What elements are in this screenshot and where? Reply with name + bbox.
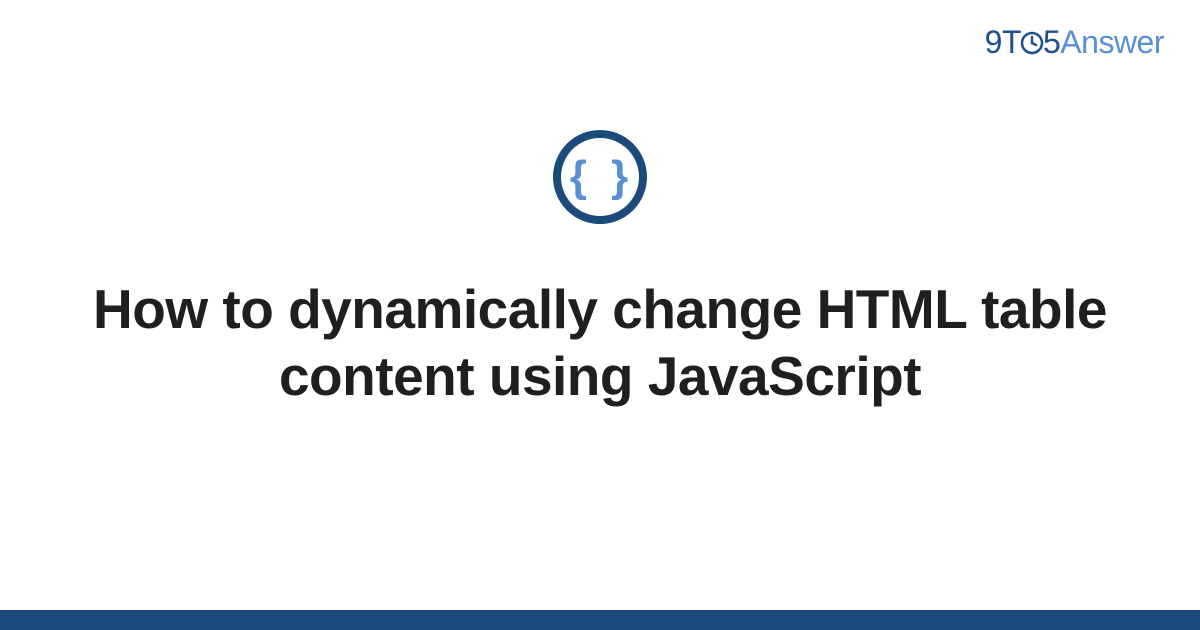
logo-text-answer: Answer [1060, 24, 1164, 60]
logo-text-5: 5 [1043, 24, 1060, 60]
site-logo[interactable]: 9T 5Answer [985, 24, 1164, 60]
clock-icon [1020, 26, 1044, 50]
page-title: How to dynamically change HTML table con… [75, 276, 1125, 410]
logo-text-9t: 9T [985, 24, 1021, 60]
main-content: { } How to dynamically change HTML table… [0, 130, 1200, 410]
footer-bar [0, 610, 1200, 630]
category-icon-circle: { } [553, 130, 647, 224]
header-logo: 9T 5Answer [985, 24, 1164, 61]
braces-icon: { } [570, 155, 634, 199]
